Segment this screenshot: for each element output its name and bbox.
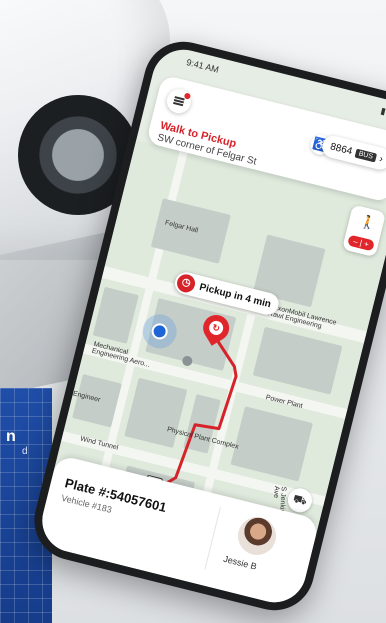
chevron-right-icon: › — [378, 153, 385, 165]
driver-avatar[interactable] — [233, 512, 281, 560]
driver-name: Jessie B — [222, 553, 258, 572]
poster-subtext: d — [22, 446, 28, 457]
status-time: 9:41 AM — [185, 57, 220, 75]
signal-icon: ▮▮▮ — [379, 105, 386, 120]
zoom-control[interactable]: – | + — [347, 234, 375, 252]
vehicle-number: 8864 — [329, 140, 354, 157]
walking-person-icon: 🚶 — [358, 212, 379, 232]
vehicle-number-pill[interactable]: 8864 BUS › — [320, 133, 386, 172]
plate-number: Plate #:54057601 — [63, 475, 169, 515]
bus-icon: BUS — [354, 148, 377, 162]
notification-dot — [183, 92, 192, 100]
menu-button[interactable] — [164, 86, 194, 116]
clock-icon: ◷ — [175, 272, 197, 295]
poster-text: n — [6, 428, 16, 445]
divider — [204, 507, 221, 570]
